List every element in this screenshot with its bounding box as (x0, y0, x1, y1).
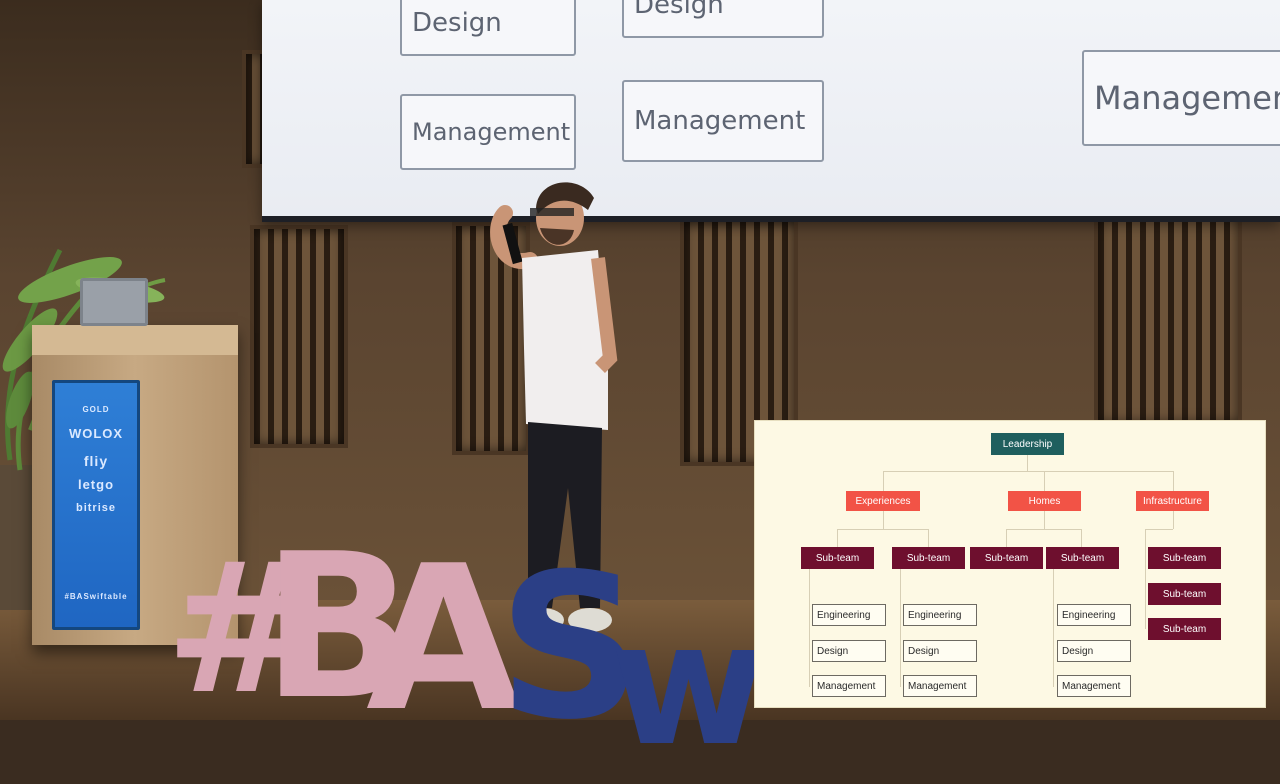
connector-line (883, 471, 884, 491)
org-node-role: Design (812, 640, 886, 662)
slide-box-management: Managemen (1082, 50, 1280, 146)
laptop (80, 278, 148, 326)
connector-line (1173, 471, 1174, 491)
wall-panel (1094, 208, 1242, 426)
sign-line: bitrise (75, 502, 116, 514)
connector-line (809, 569, 810, 687)
org-node-group: Experiences (846, 491, 920, 511)
connector-line (900, 569, 901, 687)
org-node-role: Management (812, 675, 886, 697)
sign-line: WOLOX (68, 426, 124, 441)
sign-line: letgo (77, 477, 115, 492)
org-node-role: Engineering (903, 604, 977, 626)
connector-line (1081, 529, 1082, 547)
org-node-subteam: Sub-team (970, 547, 1043, 569)
connector-line (928, 529, 929, 547)
stage-scene: Design Design Management Management Mana… (0, 0, 1280, 770)
org-node-subteam: Sub-team (801, 547, 874, 569)
org-node-subteam: Sub-team (1148, 618, 1221, 640)
slide-box-design: Design (400, 0, 576, 56)
connector-line (1173, 511, 1174, 529)
org-node-subteam: Sub-team (1046, 547, 1119, 569)
connector-line (1145, 529, 1146, 629)
org-node-group: Infrastructure (1136, 491, 1209, 511)
org-node-group: Homes (1008, 491, 1081, 511)
connector-line (883, 511, 884, 529)
connector-line (1006, 529, 1007, 547)
sign-line: GOLD (82, 405, 110, 414)
sign-line: fliy (83, 453, 109, 469)
connector-line (1027, 455, 1028, 471)
org-node-leadership: Leadership (991, 433, 1064, 455)
org-node-subteam: Sub-team (1148, 583, 1221, 605)
wall-panel (250, 225, 348, 448)
connector-line (837, 529, 838, 547)
slide-box-management: Management (400, 94, 576, 170)
org-node-role: Engineering (1057, 604, 1131, 626)
connector-line (1053, 569, 1054, 687)
connector-line (837, 529, 929, 530)
slide-box-design: Design (622, 0, 824, 38)
sign-line: #BASwiftable (64, 592, 128, 601)
org-node-role: Design (1057, 640, 1131, 662)
org-node-role: Management (1057, 675, 1131, 697)
org-node-subteam: Sub-team (892, 547, 965, 569)
podium-top (32, 325, 238, 355)
connector-line (1044, 511, 1045, 529)
connector-line (1145, 529, 1173, 530)
org-node-role: Management (903, 675, 977, 697)
connector-line (1044, 471, 1045, 491)
stage-letter: w (610, 586, 768, 784)
slide-box-management: Management (622, 80, 824, 162)
sponsor-sign: GOLD WOLOX fliy letgo bitrise #BASwiftab… (52, 380, 140, 630)
org-node-subteam: Sub-team (1148, 547, 1221, 569)
connector-line (1006, 529, 1082, 530)
org-chart-overlay: Leadership Experiences Homes Infrastruct… (754, 420, 1266, 708)
org-node-role: Design (903, 640, 977, 662)
connector-line (883, 471, 1173, 472)
org-node-role: Engineering (812, 604, 886, 626)
projection-screen: Design Design Management Management Mana… (262, 0, 1280, 222)
